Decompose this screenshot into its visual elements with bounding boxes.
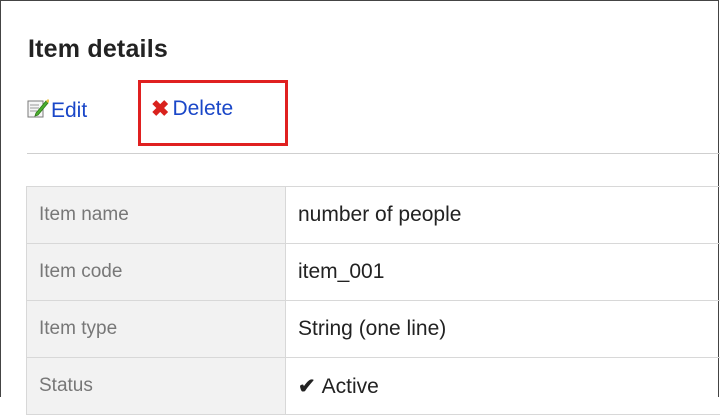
row-value: String (one line) xyxy=(286,301,720,358)
item-details-table: Item name number of people Item code ite… xyxy=(26,186,720,415)
row-value: number of people xyxy=(286,187,720,244)
table-row: Item code item_001 xyxy=(27,244,720,301)
row-label: Item type xyxy=(27,301,286,358)
checkmark-icon: ✔ xyxy=(298,375,316,398)
edit-label: Edit xyxy=(51,99,87,123)
row-label: Item name xyxy=(27,187,286,244)
table-row: Item name number of people xyxy=(27,187,720,244)
edit-link[interactable]: Edit xyxy=(27,98,87,124)
delete-label: Delete xyxy=(172,97,233,121)
delete-link[interactable]: ✖ Delete xyxy=(151,97,233,121)
delete-x-icon: ✖ xyxy=(151,98,169,120)
toolbar: Edit xyxy=(27,94,87,128)
status-value: Active xyxy=(322,375,379,398)
row-value: item_001 xyxy=(286,244,720,301)
page-title: Item details xyxy=(28,35,168,64)
table-row: Status ✔ Active xyxy=(27,358,720,415)
table-row: Item type String (one line) xyxy=(27,301,720,358)
row-label: Status xyxy=(27,358,286,415)
dialog-frame: Item details Edit ✖ Delete Item name xyxy=(0,0,719,397)
divider xyxy=(27,153,720,154)
row-value: ✔ Active xyxy=(286,358,720,415)
row-label: Item code xyxy=(27,244,286,301)
edit-icon xyxy=(27,98,51,124)
